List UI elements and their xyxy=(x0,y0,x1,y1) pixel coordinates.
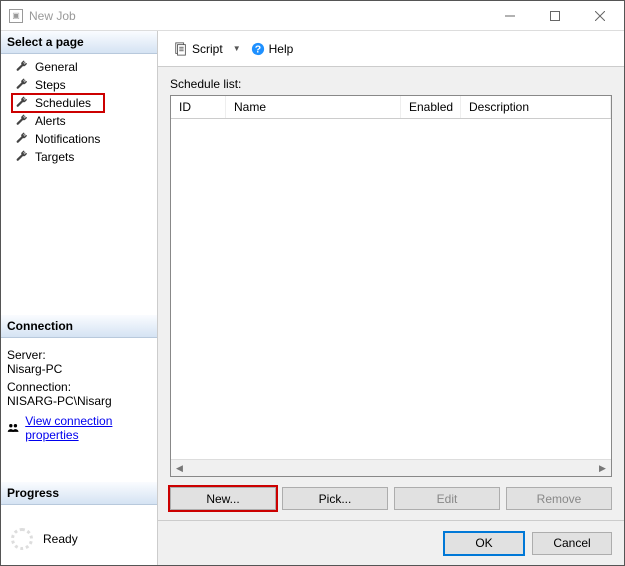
title-bar: ▣ New Job xyxy=(1,1,624,31)
scroll-left-arrow[interactable]: ◀ xyxy=(171,460,188,477)
grid-button-row: New... Pick... Edit Remove xyxy=(170,487,612,510)
help-label: Help xyxy=(269,42,294,56)
script-icon xyxy=(174,42,188,56)
progress-header: Progress xyxy=(1,482,157,505)
wrench-icon xyxy=(15,150,29,164)
toolbar: Script ▼ ? Help xyxy=(158,31,624,67)
script-label: Script xyxy=(192,42,223,56)
maximize-button[interactable] xyxy=(532,1,577,30)
script-button[interactable]: Script xyxy=(168,39,229,59)
server-value: Nisarg-PC xyxy=(7,362,151,376)
scroll-right-arrow[interactable]: ▶ xyxy=(594,460,611,477)
new-button[interactable]: New... xyxy=(170,487,276,510)
column-name[interactable]: Name xyxy=(226,96,401,118)
edit-button[interactable]: Edit xyxy=(394,487,500,510)
sidebar-item-label: Schedules xyxy=(35,96,91,110)
dialog-footer: OK Cancel xyxy=(158,520,624,565)
wrench-icon xyxy=(15,78,29,92)
progress-section: Ready xyxy=(1,505,157,565)
sidebar-item-targets[interactable]: Targets xyxy=(1,148,157,166)
horizontal-scrollbar[interactable]: ◀ ▶ xyxy=(171,459,611,476)
wrench-icon xyxy=(15,132,29,146)
select-page-header: Select a page xyxy=(1,31,157,54)
sidebar-item-label: Alerts xyxy=(35,114,66,128)
column-enabled[interactable]: Enabled xyxy=(401,96,461,118)
progress-spinner-icon xyxy=(11,528,33,550)
sidebar-item-label: Targets xyxy=(35,150,74,164)
sidebar-item-label: General xyxy=(35,60,78,74)
help-button[interactable]: ? Help xyxy=(245,39,300,59)
pick-button[interactable]: Pick... xyxy=(282,487,388,510)
close-button[interactable] xyxy=(577,1,622,30)
scroll-track[interactable] xyxy=(188,460,594,476)
view-connection-properties-link[interactable]: View connection properties xyxy=(25,414,151,442)
window-controls xyxy=(487,1,622,30)
column-description[interactable]: Description xyxy=(461,96,611,118)
content-area: Schedule list: ID Name Enabled Descripti… xyxy=(158,67,624,520)
page-nav-list: General Steps Schedules Alerts Notificat… xyxy=(1,54,157,170)
schedule-list-label: Schedule list: xyxy=(170,77,612,91)
schedule-list-grid[interactable]: ID Name Enabled Description ◀ ▶ xyxy=(170,95,612,477)
sidebar-item-label: Steps xyxy=(35,78,66,92)
svg-text:?: ? xyxy=(254,43,260,55)
sidebar-item-label: Notifications xyxy=(35,132,100,146)
grid-header: ID Name Enabled Description xyxy=(171,96,611,119)
wrench-icon xyxy=(15,96,29,110)
cancel-button[interactable]: Cancel xyxy=(532,532,612,555)
grid-body xyxy=(171,119,611,459)
minimize-button[interactable] xyxy=(487,1,532,30)
right-panel: Script ▼ ? Help Schedule list: ID Name E… xyxy=(158,31,624,565)
help-icon: ? xyxy=(251,42,265,56)
people-icon xyxy=(7,421,19,435)
server-label: Server: xyxy=(7,348,151,362)
sidebar-item-schedules[interactable]: Schedules xyxy=(1,94,157,112)
sidebar-item-notifications[interactable]: Notifications xyxy=(1,130,157,148)
wrench-icon xyxy=(15,60,29,74)
app-icon: ▣ xyxy=(9,9,23,23)
connection-value: NISARG-PC\Nisarg xyxy=(7,394,151,408)
connection-label: Connection: xyxy=(7,380,151,394)
script-dropdown-arrow[interactable]: ▼ xyxy=(233,44,241,53)
sidebar-item-alerts[interactable]: Alerts xyxy=(1,112,157,130)
sidebar-item-steps[interactable]: Steps xyxy=(1,76,157,94)
sidebar-item-general[interactable]: General xyxy=(1,58,157,76)
column-id[interactable]: ID xyxy=(171,96,226,118)
connection-header: Connection xyxy=(1,315,157,338)
window-title: New Job xyxy=(29,9,487,23)
remove-button[interactable]: Remove xyxy=(506,487,612,510)
connection-section: Server: Nisarg-PC Connection: NISARG-PC\… xyxy=(1,338,157,452)
ok-button[interactable]: OK xyxy=(444,532,524,555)
progress-status: Ready xyxy=(43,532,78,546)
left-panel: Select a page General Steps Schedules Al… xyxy=(1,31,158,565)
wrench-icon xyxy=(15,114,29,128)
